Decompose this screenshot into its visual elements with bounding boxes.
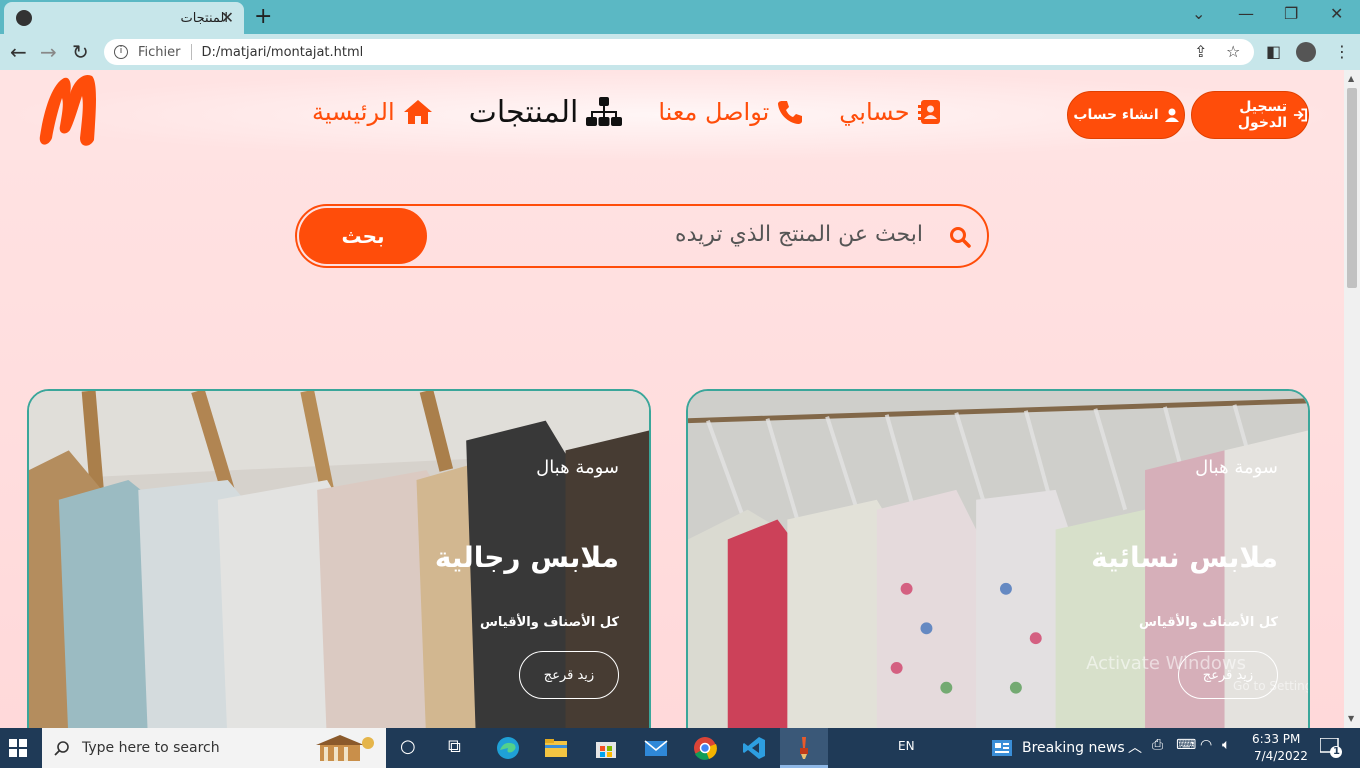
nav-label-home: الرئيسية [312, 98, 395, 126]
menu-kebab-icon[interactable]: ⋮ [1334, 42, 1350, 61]
volume-icon[interactable]: 🔈︎ [1222, 737, 1230, 753]
card-title: ملابس رجالية [434, 541, 619, 574]
language-indicator[interactable]: EN [898, 739, 915, 753]
search-highlight-icon [316, 735, 374, 761]
browser-tab-strip: المنتجات ✕ + ⌄ — ❐ ✕ [0, 0, 1360, 34]
windows-taskbar: Type here to search ○ ⧉ EN Breaking news… [0, 728, 1360, 768]
card-more-button[interactable]: زيد قرعج [519, 651, 619, 699]
card-description: كل الأصناف والأقياس [1138, 615, 1278, 630]
login-label: تسجيل الدخول [1237, 99, 1288, 131]
category-card-men[interactable]: سومة هبال ملابس رجالية كل الأصناف والأقي… [27, 389, 651, 728]
globe-icon [16, 10, 32, 26]
nav-item-home[interactable]: الرئيسية [312, 98, 433, 126]
minimize-button[interactable]: — [1238, 4, 1254, 23]
nav-item-products[interactable]: المنتجات [469, 95, 623, 130]
news-widget-label[interactable]: Breaking news [1022, 740, 1125, 756]
card-description: كل الأصناف والأقياس [479, 615, 619, 630]
edge-browser-icon[interactable] [496, 736, 520, 760]
taskbar-search[interactable]: Type here to search [42, 728, 386, 768]
reload-icon[interactable]: ↻ [72, 40, 89, 64]
restore-button[interactable]: ❐ [1284, 4, 1298, 23]
new-tab-button[interactable]: + [254, 4, 272, 29]
user-icon [1164, 108, 1179, 122]
nav-label-products: المنتجات [468, 94, 579, 130]
search-button[interactable]: بحث [299, 208, 427, 264]
tab-search-icon[interactable]: ⌄ [1192, 4, 1205, 23]
task-view-circle-icon[interactable]: ○ [400, 736, 424, 760]
scroll-down-arrow-icon[interactable]: ▼ [1348, 714, 1354, 723]
wifi-icon[interactable]: ◠ [1200, 737, 1212, 753]
search-icon [54, 741, 69, 756]
side-panel-icon[interactable]: ◧ [1266, 42, 1281, 61]
search-icon [950, 227, 971, 248]
browser-tab[interactable]: المنتجات ✕ [4, 2, 244, 34]
clock-time[interactable]: 6:33 PM [1252, 732, 1300, 746]
vscode-icon[interactable] [742, 736, 766, 760]
url-text: D:/matjari/montajat.html [201, 44, 364, 60]
close-window-button[interactable]: ✕ [1330, 4, 1343, 23]
nav-label-account: حسابي [839, 98, 910, 126]
microsoft-store-icon[interactable] [594, 736, 618, 760]
scrollbar-thumb[interactable] [1347, 88, 1357, 288]
windows-start-icon[interactable] [9, 739, 27, 757]
paint-app-icon[interactable] [792, 736, 816, 760]
card-subtitle: سومة هبال [536, 457, 619, 478]
profile-avatar[interactable] [1296, 42, 1316, 62]
news-icon[interactable] [992, 740, 1012, 756]
file-explorer-icon[interactable] [544, 736, 568, 760]
card-title: ملابس نسائية [1091, 541, 1278, 574]
close-tab-icon[interactable]: ✕ [221, 8, 234, 27]
meet-now-icon[interactable]: ⎙ [1152, 737, 1163, 753]
page-viewport: حسابي تواصل معنا المنتجات الرئيسية انشاء… [0, 70, 1344, 728]
nav-item-contact[interactable]: تواصل معنا [658, 98, 803, 126]
back-icon[interactable]: ← [10, 40, 27, 64]
task-view-icon[interactable]: ⧉ [448, 736, 472, 760]
chrome-icon[interactable] [693, 736, 717, 760]
share-icon[interactable]: ⇪ [1194, 42, 1207, 61]
tab-title: المنتجات [180, 10, 228, 26]
search-input[interactable]: ابحث عن المنتج الذي تريده [675, 222, 923, 247]
nav-label-contact: تواصل معنا [658, 98, 770, 126]
activate-windows-title: Activate Windows [1086, 653, 1246, 674]
mail-icon[interactable] [644, 736, 668, 760]
input-method-icon[interactable]: ⌨ [1176, 737, 1196, 753]
login-button[interactable]: تسجيل الدخول [1191, 91, 1309, 139]
address-toolbar: ← → ↻ i Fichier D:/matjari/montajat.html… [0, 34, 1360, 70]
activate-windows-subtitle: Go to Settings to activate Windows. [1233, 679, 1308, 693]
taskbar-search-placeholder: Type here to search [82, 740, 220, 756]
main-nav: حسابي تواصل معنا المنتجات الرئيسية [312, 90, 942, 134]
phone-icon [778, 101, 803, 124]
forward-icon[interactable]: → [40, 40, 57, 64]
url-scheme: Fichier [138, 44, 181, 60]
signup-label: انشاء حساب [1073, 107, 1159, 123]
card-subtitle: سومة هبال [1195, 457, 1278, 478]
contact-card-icon [917, 100, 940, 124]
page-scrollbar[interactable]: ▲ ▼ [1344, 70, 1360, 728]
brand-logo-icon[interactable] [34, 70, 102, 150]
site-header: حسابي تواصل معنا المنتجات الرئيسية انشاء… [0, 70, 1344, 160]
bookmark-star-icon[interactable]: ☆ [1226, 42, 1240, 61]
url-separator [190, 44, 192, 60]
scroll-up-arrow-icon[interactable]: ▲ [1348, 74, 1354, 83]
signup-button[interactable]: انشاء حساب [1067, 91, 1185, 139]
category-card-women[interactable]: سومة هبال ملابس نسائية كل الأصناف والأقي… [686, 389, 1310, 728]
chevron-up-icon[interactable]: ︿ [1128, 737, 1142, 757]
clock-date[interactable]: 7/4/2022 [1254, 749, 1308, 763]
sitemap-icon [586, 97, 623, 126]
sign-in-icon [1293, 108, 1308, 122]
nav-item-account[interactable]: حسابي [839, 98, 941, 126]
notification-count: 1 [1333, 746, 1340, 757]
info-icon[interactable]: i [114, 45, 128, 59]
address-input[interactable]: i Fichier D:/matjari/montajat.html [104, 39, 1254, 65]
product-search: بحث ابحث عن المنتج الذي تريده [295, 204, 989, 268]
home-icon [403, 100, 432, 124]
